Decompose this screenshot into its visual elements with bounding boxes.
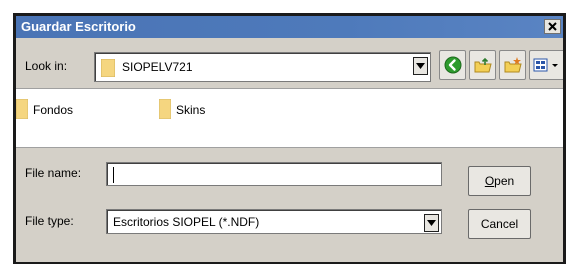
file-name-input[interactable] [106, 162, 442, 186]
look-in-dropdown-arrow[interactable] [413, 57, 428, 75]
text-cursor [113, 167, 114, 183]
look-in-dropdown[interactable]: SIOPELV721 [94, 52, 431, 82]
file-name: Fondos [33, 103, 74, 117]
up-folder-button[interactable] [469, 50, 496, 80]
close-button[interactable] [544, 19, 561, 34]
file-type-dropdown[interactable]: Escritorios SIOPEL (*.NDF) [106, 209, 442, 234]
chevron-down-icon [416, 63, 425, 69]
look-in-label: Look in: [25, 59, 68, 73]
chevron-down-icon [427, 220, 436, 226]
back-arrow-icon [444, 56, 461, 74]
new-folder-button[interactable] [499, 50, 526, 80]
file-name-label: File name: [25, 166, 82, 180]
file-type-dropdown-arrow[interactable] [424, 214, 439, 232]
folder-icon [101, 59, 115, 77]
folder-icon [159, 99, 171, 119]
open-button[interactable]: Open [468, 166, 531, 196]
new-folder-icon [504, 57, 522, 73]
folder-icon [16, 99, 28, 119]
view-menu-button[interactable] [529, 50, 563, 80]
file-type-value: Escritorios SIOPEL (*.NDF) [113, 215, 260, 229]
up-folder-icon [474, 57, 492, 73]
open-label: pen [494, 174, 515, 188]
title-bar[interactable]: Guardar Escritorio [16, 16, 563, 38]
open-mnemonic: O [484, 174, 495, 188]
back-button[interactable] [439, 50, 466, 80]
save-desktop-dialog: Guardar Escritorio Look in: SIOPELV721 F… [13, 13, 566, 264]
cancel-button[interactable]: Cancel [468, 209, 531, 239]
close-icon [548, 22, 557, 31]
cancel-label: Cancel [480, 217, 519, 231]
file-list[interactable]: Fondos Skins [16, 88, 563, 148]
view-menu-icon [533, 58, 558, 72]
file-type-label: File type: [25, 214, 74, 228]
file-name: Skins [176, 103, 206, 117]
look-in-value: SIOPELV721 [122, 60, 193, 74]
dialog-title: Guardar Escritorio [21, 19, 136, 34]
